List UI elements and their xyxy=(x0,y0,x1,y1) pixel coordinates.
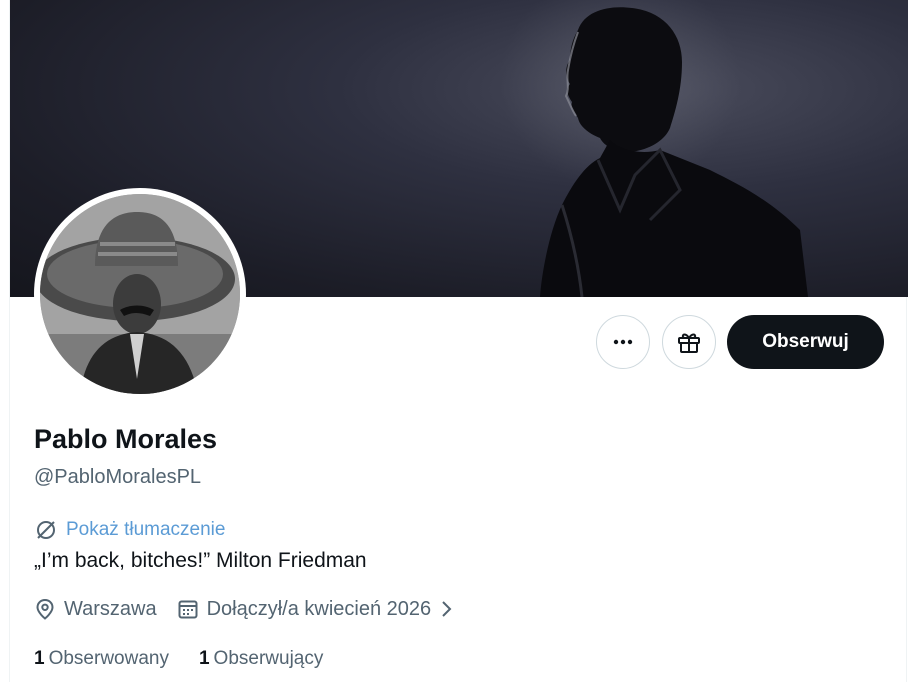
profile-stats: 1 Obserwowany 1 Obserwujący xyxy=(34,646,323,672)
joined-text: Dołączył/a kwiecień 2026 xyxy=(206,597,432,620)
joined-item[interactable]: Dołączył/a kwiecień 2026 xyxy=(177,598,454,621)
gift-button[interactable] xyxy=(662,315,716,369)
avatar[interactable] xyxy=(34,188,246,400)
followers-count: 1 xyxy=(198,648,210,669)
gift-icon xyxy=(678,333,700,353)
following-count: 1 xyxy=(34,648,45,669)
location-text: Warszawa xyxy=(64,597,157,620)
show-translation-label: Pokaż tłumaczenie xyxy=(66,519,226,540)
avatar-image xyxy=(40,194,240,394)
profile-bio: „I’m back, bitches!” Milton Friedman xyxy=(34,549,367,572)
followers-label: Obserwujący xyxy=(213,648,324,669)
more-button[interactable] xyxy=(596,315,650,369)
follow-button[interactable]: Obserwuj xyxy=(727,315,884,369)
chevron-right-icon xyxy=(442,601,452,617)
show-translation-link[interactable]: Pokaż tłumaczenie xyxy=(34,517,225,543)
profile-meta: Warszawa Dołączył/a kwiecień 2026 xyxy=(34,595,453,623)
following-link[interactable]: 1 Obserwowany xyxy=(34,648,169,670)
calendar-icon xyxy=(178,600,198,619)
translate-icon xyxy=(37,521,55,539)
following-label: Obserwowany xyxy=(48,648,169,669)
location-item: Warszawa xyxy=(34,598,157,621)
profile-handle: @PabloMoralesPL xyxy=(34,466,202,488)
profile-page: Obserwuj Pablo Morales @PabloMoralesPL P… xyxy=(9,0,908,682)
location-pin-icon xyxy=(36,598,54,620)
followers-link[interactable]: 1 Obserwujący xyxy=(199,648,323,670)
profile-name: Pablo Morales xyxy=(34,424,218,454)
more-horizontal-icon xyxy=(613,339,633,345)
